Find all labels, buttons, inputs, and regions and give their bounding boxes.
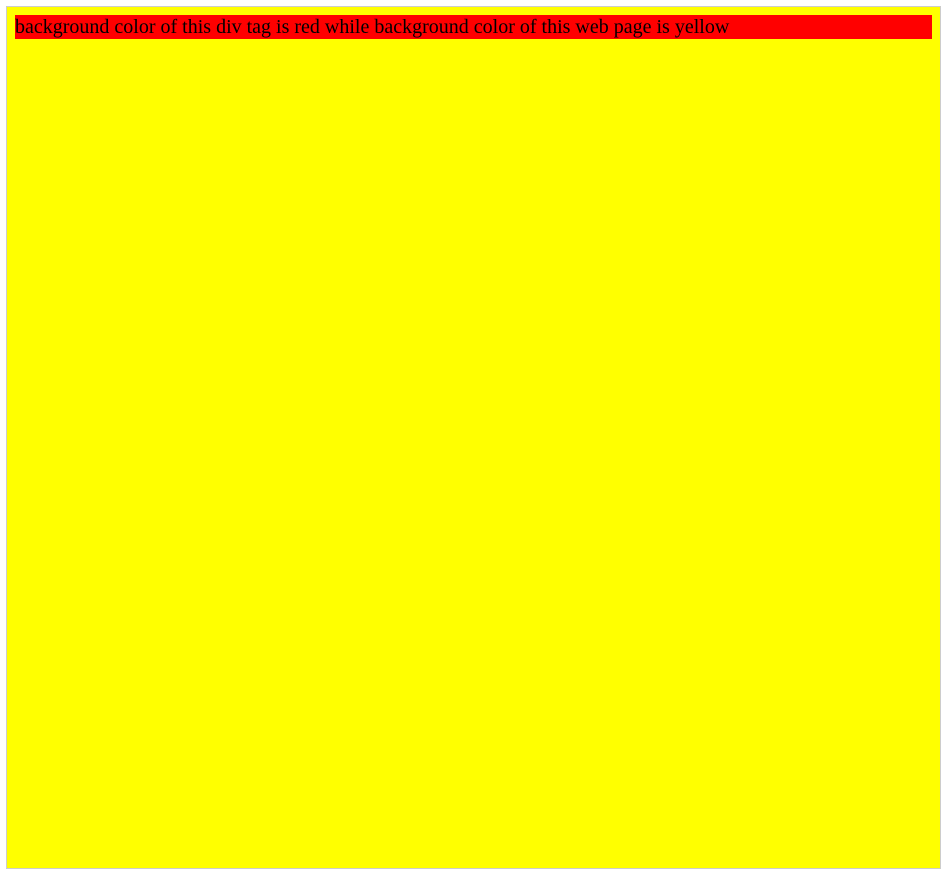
viewport-frame: background color of this div tag is red … bbox=[0, 0, 947, 875]
page-body: background color of this div tag is red … bbox=[6, 6, 941, 869]
red-info-box: background color of this div tag is red … bbox=[15, 15, 932, 39]
